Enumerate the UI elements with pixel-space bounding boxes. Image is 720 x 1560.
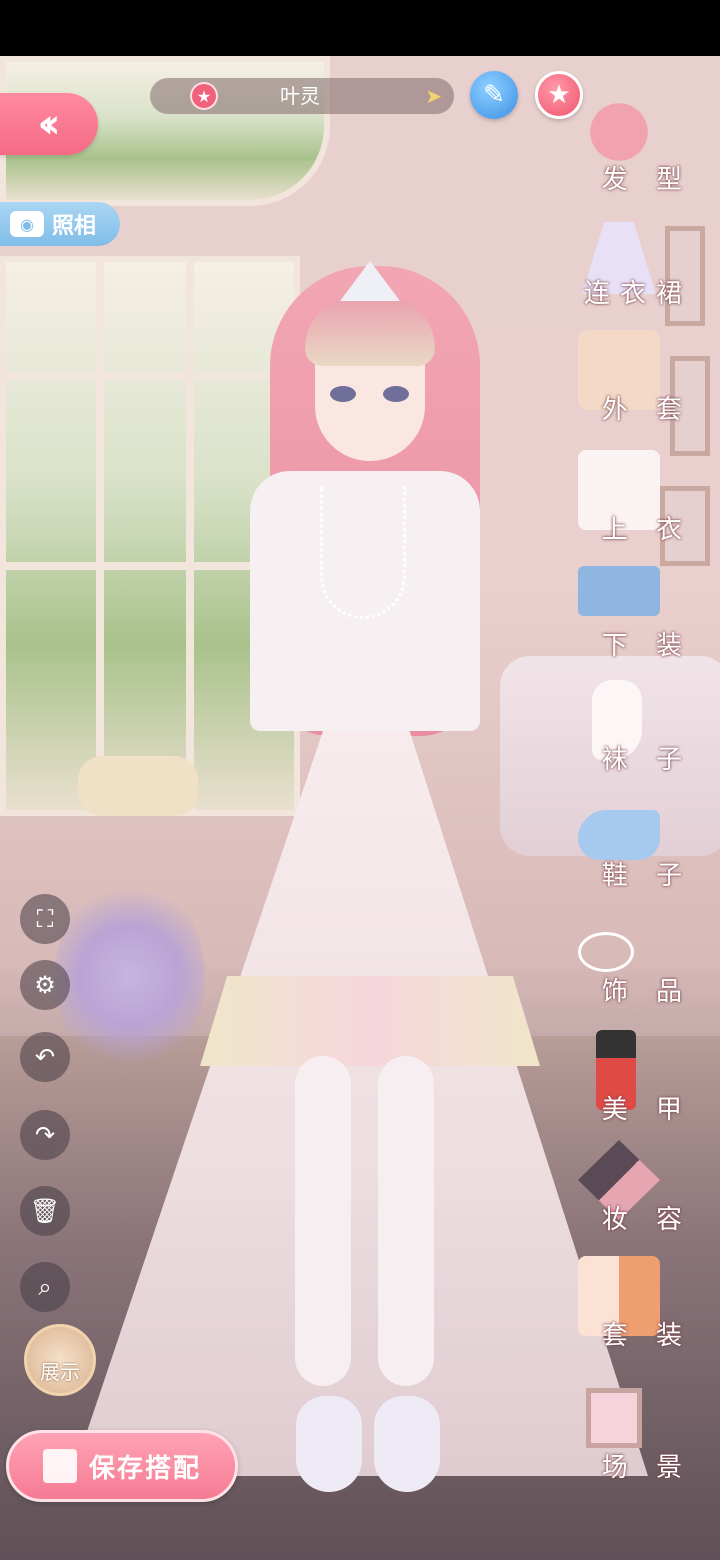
gown-pattern bbox=[200, 976, 540, 1066]
edit-button[interactable]: ✎ bbox=[470, 71, 518, 119]
accessory-icon bbox=[578, 932, 634, 972]
arrow-right-icon: ➤ bbox=[425, 84, 442, 108]
pen-icon: ✎ bbox=[483, 80, 505, 110]
camera-icon: ◉ bbox=[10, 211, 44, 237]
character-name-bar[interactable]: ★ 叶灵 ➤ bbox=[150, 78, 454, 114]
tiara bbox=[340, 261, 400, 301]
star-icon: ★ bbox=[547, 80, 571, 110]
room-stool bbox=[78, 756, 198, 816]
fullscreen-icon: ⛶ bbox=[36, 905, 54, 933]
character-leg bbox=[378, 1056, 434, 1386]
bottoms-icon bbox=[578, 566, 660, 616]
pearl-necklace bbox=[320, 486, 406, 619]
status-bar bbox=[0, 0, 720, 56]
fullscreen-button[interactable]: ⛶ bbox=[20, 894, 70, 944]
back-button[interactable]: ‹‹ bbox=[0, 93, 98, 155]
game-screen: ‹‹ ★ 叶灵 ➤ ✎ ★ ◉ 照相 发 型 连衣裙 外 套 上 衣 下 装 袜… bbox=[0, 0, 720, 1560]
camera-label: 照相 bbox=[52, 214, 97, 239]
double-chevron-left-icon: ‹‹ bbox=[37, 101, 61, 147]
category-label: 美 甲 bbox=[601, 1095, 692, 1125]
category-label: 妆 容 bbox=[601, 1205, 692, 1235]
favorite-button[interactable]: ★ bbox=[535, 71, 583, 119]
save-label: 保存搭配 bbox=[89, 1453, 202, 1484]
category-label: 外 套 bbox=[601, 395, 692, 425]
shoes-icon bbox=[578, 810, 660, 860]
undo-button[interactable]: ↶ bbox=[20, 1032, 70, 1082]
zoom-icon: ⌕ bbox=[38, 1273, 52, 1301]
category-scene[interactable]: 场 景 bbox=[578, 1388, 720, 1498]
undo-icon: ↶ bbox=[34, 1043, 56, 1071]
settings-button[interactable]: ⚙ bbox=[20, 960, 70, 1010]
save-icon bbox=[43, 1449, 77, 1483]
category-label: 发 型 bbox=[601, 165, 692, 195]
category-shoes[interactable]: 鞋 子 bbox=[578, 796, 720, 906]
category-label: 鞋 子 bbox=[601, 861, 692, 891]
category-bottoms[interactable]: 下 装 bbox=[578, 566, 720, 676]
character-name: 叶灵 bbox=[280, 84, 320, 108]
redo-button[interactable]: ↷ bbox=[20, 1110, 70, 1160]
character-leg bbox=[295, 1056, 351, 1386]
save-outfit-button[interactable]: 保存搭配 bbox=[6, 1430, 238, 1502]
category-label: 下 装 bbox=[601, 631, 692, 661]
category-label: 套 装 bbox=[601, 1321, 692, 1351]
category-coat[interactable]: 外 套 bbox=[578, 330, 720, 440]
camera-button[interactable]: ◉ 照相 bbox=[0, 202, 120, 246]
character-shoe bbox=[296, 1396, 362, 1492]
category-nails[interactable]: 美 甲 bbox=[578, 1030, 720, 1140]
category-accessory[interactable]: 饰 品 bbox=[578, 912, 720, 1022]
character-shoe bbox=[374, 1396, 440, 1492]
settings-icon: ⚙ bbox=[34, 971, 56, 999]
zoom-button[interactable]: ⌕ bbox=[20, 1262, 70, 1312]
category-top[interactable]: 上 衣 bbox=[578, 450, 720, 560]
redo-icon: ↷ bbox=[34, 1121, 56, 1149]
show-button[interactable]: 展示 bbox=[24, 1324, 96, 1396]
delete-button[interactable]: 🗑 bbox=[20, 1186, 70, 1236]
category-makeup[interactable]: 妆 容 bbox=[578, 1140, 720, 1250]
trash-icon: 🗑 bbox=[29, 1197, 61, 1225]
category-outfit-set[interactable]: 套 装 bbox=[578, 1256, 720, 1366]
category-hairstyle[interactable]: 发 型 bbox=[578, 100, 720, 210]
category-label: 饰 品 bbox=[601, 977, 692, 1007]
category-dress[interactable]: 连衣裙 bbox=[578, 214, 720, 324]
category-label: 连衣裙 bbox=[583, 279, 692, 309]
scene-icon bbox=[586, 1388, 642, 1448]
character-eye bbox=[383, 386, 409, 402]
category-label: 袜 子 bbox=[601, 745, 692, 775]
category-label: 场 景 bbox=[601, 1453, 692, 1483]
character-eye bbox=[330, 386, 356, 402]
show-label: 展示 bbox=[40, 1360, 80, 1384]
category-socks[interactable]: 袜 子 bbox=[578, 680, 720, 790]
flower-bouquet bbox=[55, 876, 205, 1076]
category-label: 上 衣 bbox=[601, 515, 692, 545]
